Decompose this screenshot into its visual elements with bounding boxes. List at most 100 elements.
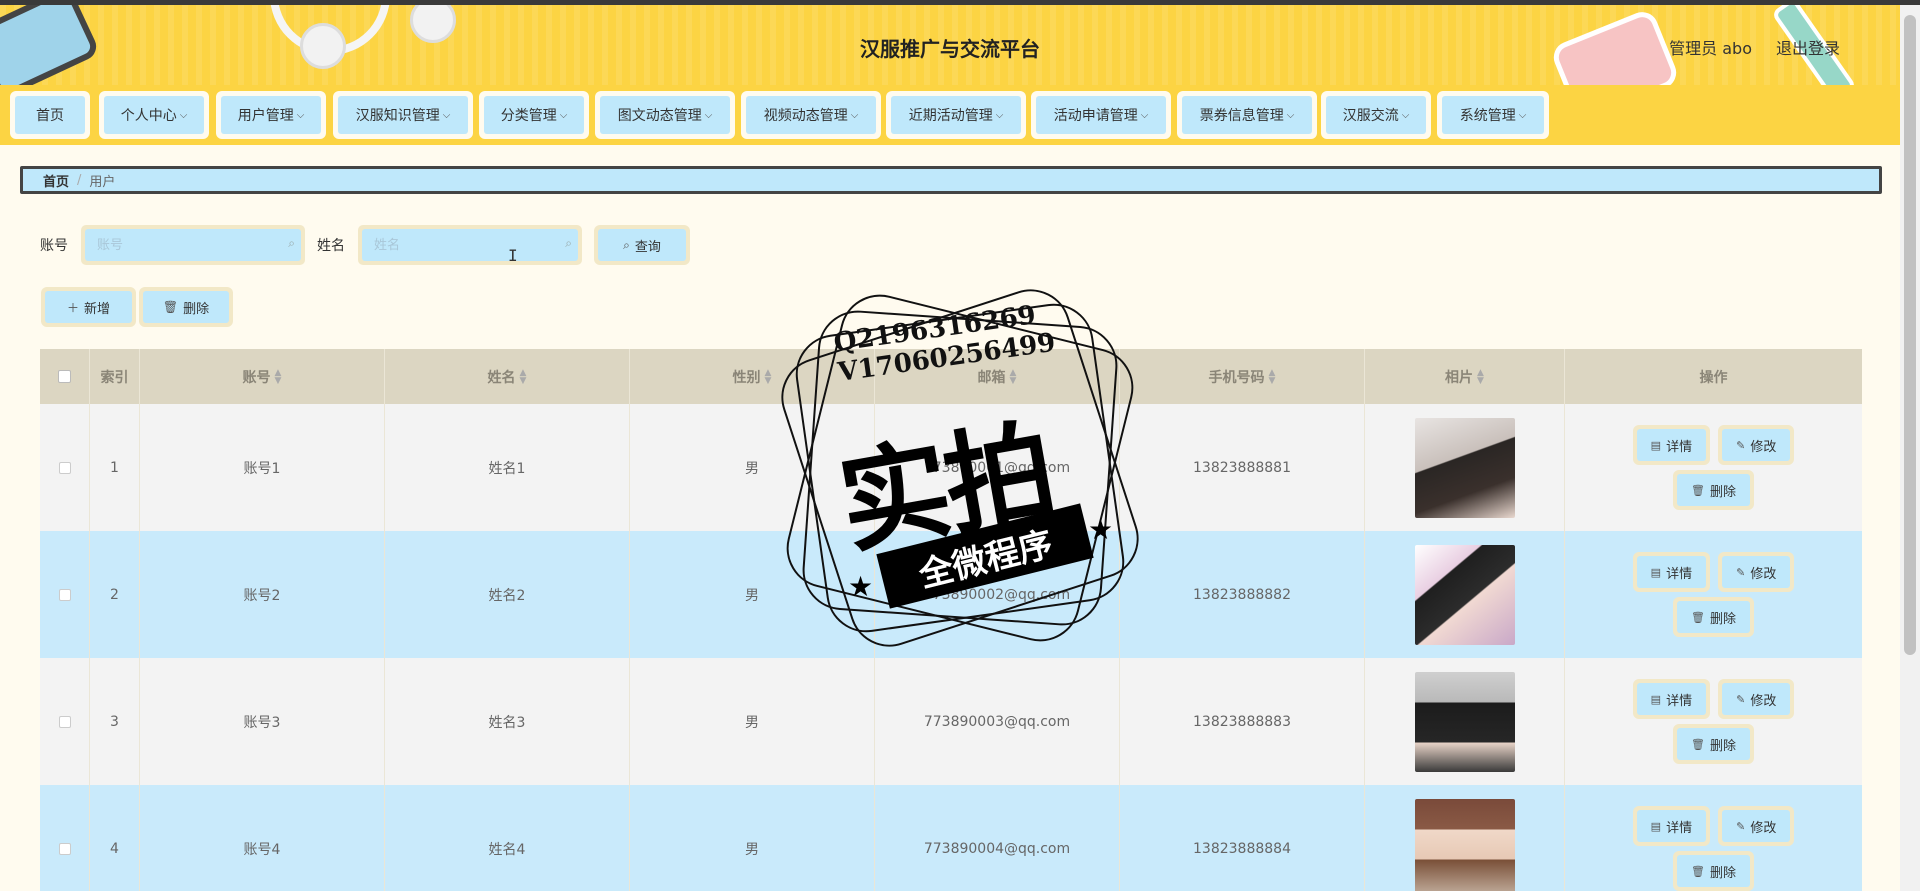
row-actions: ▤ 详情 ✎ 修改 🗑 删除 (1632, 806, 1795, 891)
search-icon: ⌕ (565, 236, 572, 250)
app-title: 汉服推广与交流平台 (860, 37, 1040, 61)
detail-button[interactable]: ▤ 详情 (1632, 679, 1711, 719)
pencil-icon: ✎ (1736, 438, 1746, 452)
sort-icon[interactable]: ▲ ▼ (1269, 368, 1276, 385)
edit-button[interactable]: ✎ 修改 (1718, 425, 1795, 465)
chevron-down-icon: ⌵ (704, 109, 713, 121)
trash-icon: 🗑 (1691, 610, 1705, 624)
cell-index: 3 (90, 658, 140, 785)
nav-item-personal-center[interactable]: 个人中心 ⌵ (99, 91, 209, 139)
page-scrollbar[interactable] (1900, 5, 1920, 891)
document-icon: ▤ (1650, 819, 1662, 833)
edit-button[interactable]: ✎ 修改 (1718, 552, 1795, 592)
cell-index: 1 (90, 404, 140, 531)
scrollbar-thumb[interactable] (1904, 15, 1916, 655)
nav-item-hanfu-knowledge[interactable]: 汉服知识管理 ⌵ (333, 91, 473, 139)
chevron-down-icon: ⌵ (850, 109, 859, 121)
batch-delete-button[interactable]: 🗑 删除 (139, 287, 233, 327)
user-photo[interactable] (1414, 798, 1515, 891)
user-photo[interactable] (1414, 417, 1515, 518)
user-photo[interactable] (1414, 671, 1515, 772)
app-header: 汉服推广与交流平台 管理员 abo 退出登录 (0, 5, 1900, 85)
select-all-cell (40, 349, 90, 404)
cell-phone: 13823888884 (1120, 785, 1365, 891)
cell-email: 773890003@qq.com (875, 658, 1120, 785)
delete-button[interactable]: 🗑 删除 (1673, 597, 1754, 637)
cell-account: 账号1 (140, 404, 385, 531)
cell-phone: 13823888882 (1120, 531, 1365, 658)
delete-button[interactable]: 🗑 删除 (1673, 470, 1754, 510)
edit-button[interactable]: ✎ 修改 (1718, 679, 1795, 719)
nav-item-hanfu-exchange[interactable]: 汉服交流 ⌵ (1321, 91, 1431, 139)
nav-item-system-management[interactable]: 系统管理 ⌵ (1437, 91, 1549, 139)
row-checkbox[interactable] (58, 842, 71, 855)
add-button[interactable]: ＋新增 (41, 287, 136, 327)
nav-item-recent-activities[interactable]: 近期活动管理 ⌵ (886, 91, 1026, 139)
cell-phone: 13823888881 (1120, 404, 1365, 531)
logout-link[interactable]: 退出登录 (1776, 35, 1840, 59)
row-actions: ▤ 详情 ✎ 修改 🗑 删除 (1632, 679, 1795, 764)
trash-icon: 🗑 (162, 300, 179, 314)
column-header-phone[interactable]: 手机号码 ▲ ▼ (1120, 349, 1365, 404)
chevron-down-icon: ⌵ (179, 109, 188, 121)
breadcrumb-separator: / (77, 172, 82, 188)
delete-button[interactable]: 🗑 删除 (1673, 724, 1754, 764)
chevron-down-icon: ⌵ (1140, 109, 1149, 121)
nav-item-video-posts[interactable]: 视频动态管理 ⌵ (741, 91, 881, 139)
edit-button[interactable]: ✎ 修改 (1718, 806, 1795, 846)
row-checkbox[interactable] (58, 715, 71, 728)
search-icon: ⌕ (623, 237, 630, 252)
row-checkbox[interactable] (58, 588, 71, 601)
top-nav: 首页 个人中心 ⌵ 用户管理 ⌵ 汉服知识管理 ⌵ 分类管理 ⌵ 图文动态管理 ⌵ 视频动… (0, 85, 1900, 145)
sort-icon[interactable]: ▲ ▼ (765, 368, 772, 385)
name-label: 姓名 (317, 238, 345, 254)
table-row: 4 账号4 姓名4 男 773890004@qq.com 13823888884… (40, 785, 1862, 891)
breadcrumb: 首页 / 用户 (20, 166, 1882, 194)
sort-icon[interactable]: ▲ ▼ (1477, 368, 1484, 385)
account-input[interactable] (85, 229, 301, 261)
select-all-checkbox[interactable] (58, 370, 71, 383)
user-photo[interactable] (1414, 544, 1515, 645)
table-row: 2 账号2 姓名2 男 773890002@qq.com 13823888882… (40, 531, 1862, 658)
column-header-account[interactable]: 账号 ▲ ▼ (140, 349, 385, 404)
pencil-icon: ✎ (1736, 692, 1746, 706)
column-header-gender[interactable]: 性别 ▲ ▼ (630, 349, 875, 404)
trash-icon: 🗑 (1691, 737, 1705, 751)
table-row: 1 账号1 姓名1 男 773890001@qq.com 13823888881… (40, 404, 1862, 531)
pencil-icon: ✎ (1736, 819, 1746, 833)
sort-icon[interactable]: ▲ ▼ (275, 368, 282, 385)
nav-item-tickets[interactable]: 票券信息管理 ⌵ (1177, 91, 1317, 139)
column-header-email[interactable]: 邮箱 ▲ ▼ (875, 349, 1120, 404)
row-actions: ▤ 详情 ✎ 修改 🗑 删除 (1632, 552, 1795, 637)
detail-button[interactable]: ▤ 详情 (1632, 425, 1711, 465)
query-button[interactable]: ⌕ 查询 (594, 225, 690, 265)
column-header-name[interactable]: 姓名 ▲ ▼ (385, 349, 630, 404)
breadcrumb-home[interactable]: 首页 (43, 171, 69, 190)
detail-button[interactable]: ▤ 详情 (1632, 552, 1711, 592)
sort-icon[interactable]: ▲ ▼ (1010, 368, 1017, 385)
trash-icon: 🗑 (1691, 483, 1705, 497)
document-icon: ▤ (1650, 692, 1662, 706)
delete-button[interactable]: 🗑 删除 (1673, 851, 1754, 891)
account-search-box: ⌕ (81, 225, 305, 265)
name-search-box: ⌕ (358, 225, 582, 265)
cell-name: 姓名2 (385, 531, 630, 658)
nav-item-category-management[interactable]: 分类管理 ⌵ (479, 91, 589, 139)
cell-gender: 男 (630, 531, 875, 658)
cell-name: 姓名4 (385, 785, 630, 891)
cell-phone: 13823888883 (1120, 658, 1365, 785)
chevron-down-icon: ⌵ (1401, 109, 1410, 121)
nav-item-graphic-posts[interactable]: 图文动态管理 ⌵ (595, 91, 735, 139)
row-checkbox[interactable] (58, 461, 71, 474)
nav-item-activity-applications[interactable]: 活动申请管理 ⌵ (1031, 91, 1171, 139)
column-header-actions: 操作 (1699, 369, 1728, 386)
document-icon: ▤ (1650, 438, 1662, 452)
detail-button[interactable]: ▤ 详情 (1632, 806, 1711, 846)
name-input[interactable] (362, 229, 578, 261)
sort-icon[interactable]: ▲ ▼ (520, 368, 527, 385)
column-header-photo[interactable]: 相片 ▲ ▼ (1365, 349, 1565, 404)
nav-item-home[interactable]: 首页 (10, 91, 90, 139)
chevron-down-icon: ⌵ (559, 109, 568, 121)
nav-item-user-management[interactable]: 用户管理 ⌵ (216, 91, 326, 139)
cell-account: 账号3 (140, 658, 385, 785)
